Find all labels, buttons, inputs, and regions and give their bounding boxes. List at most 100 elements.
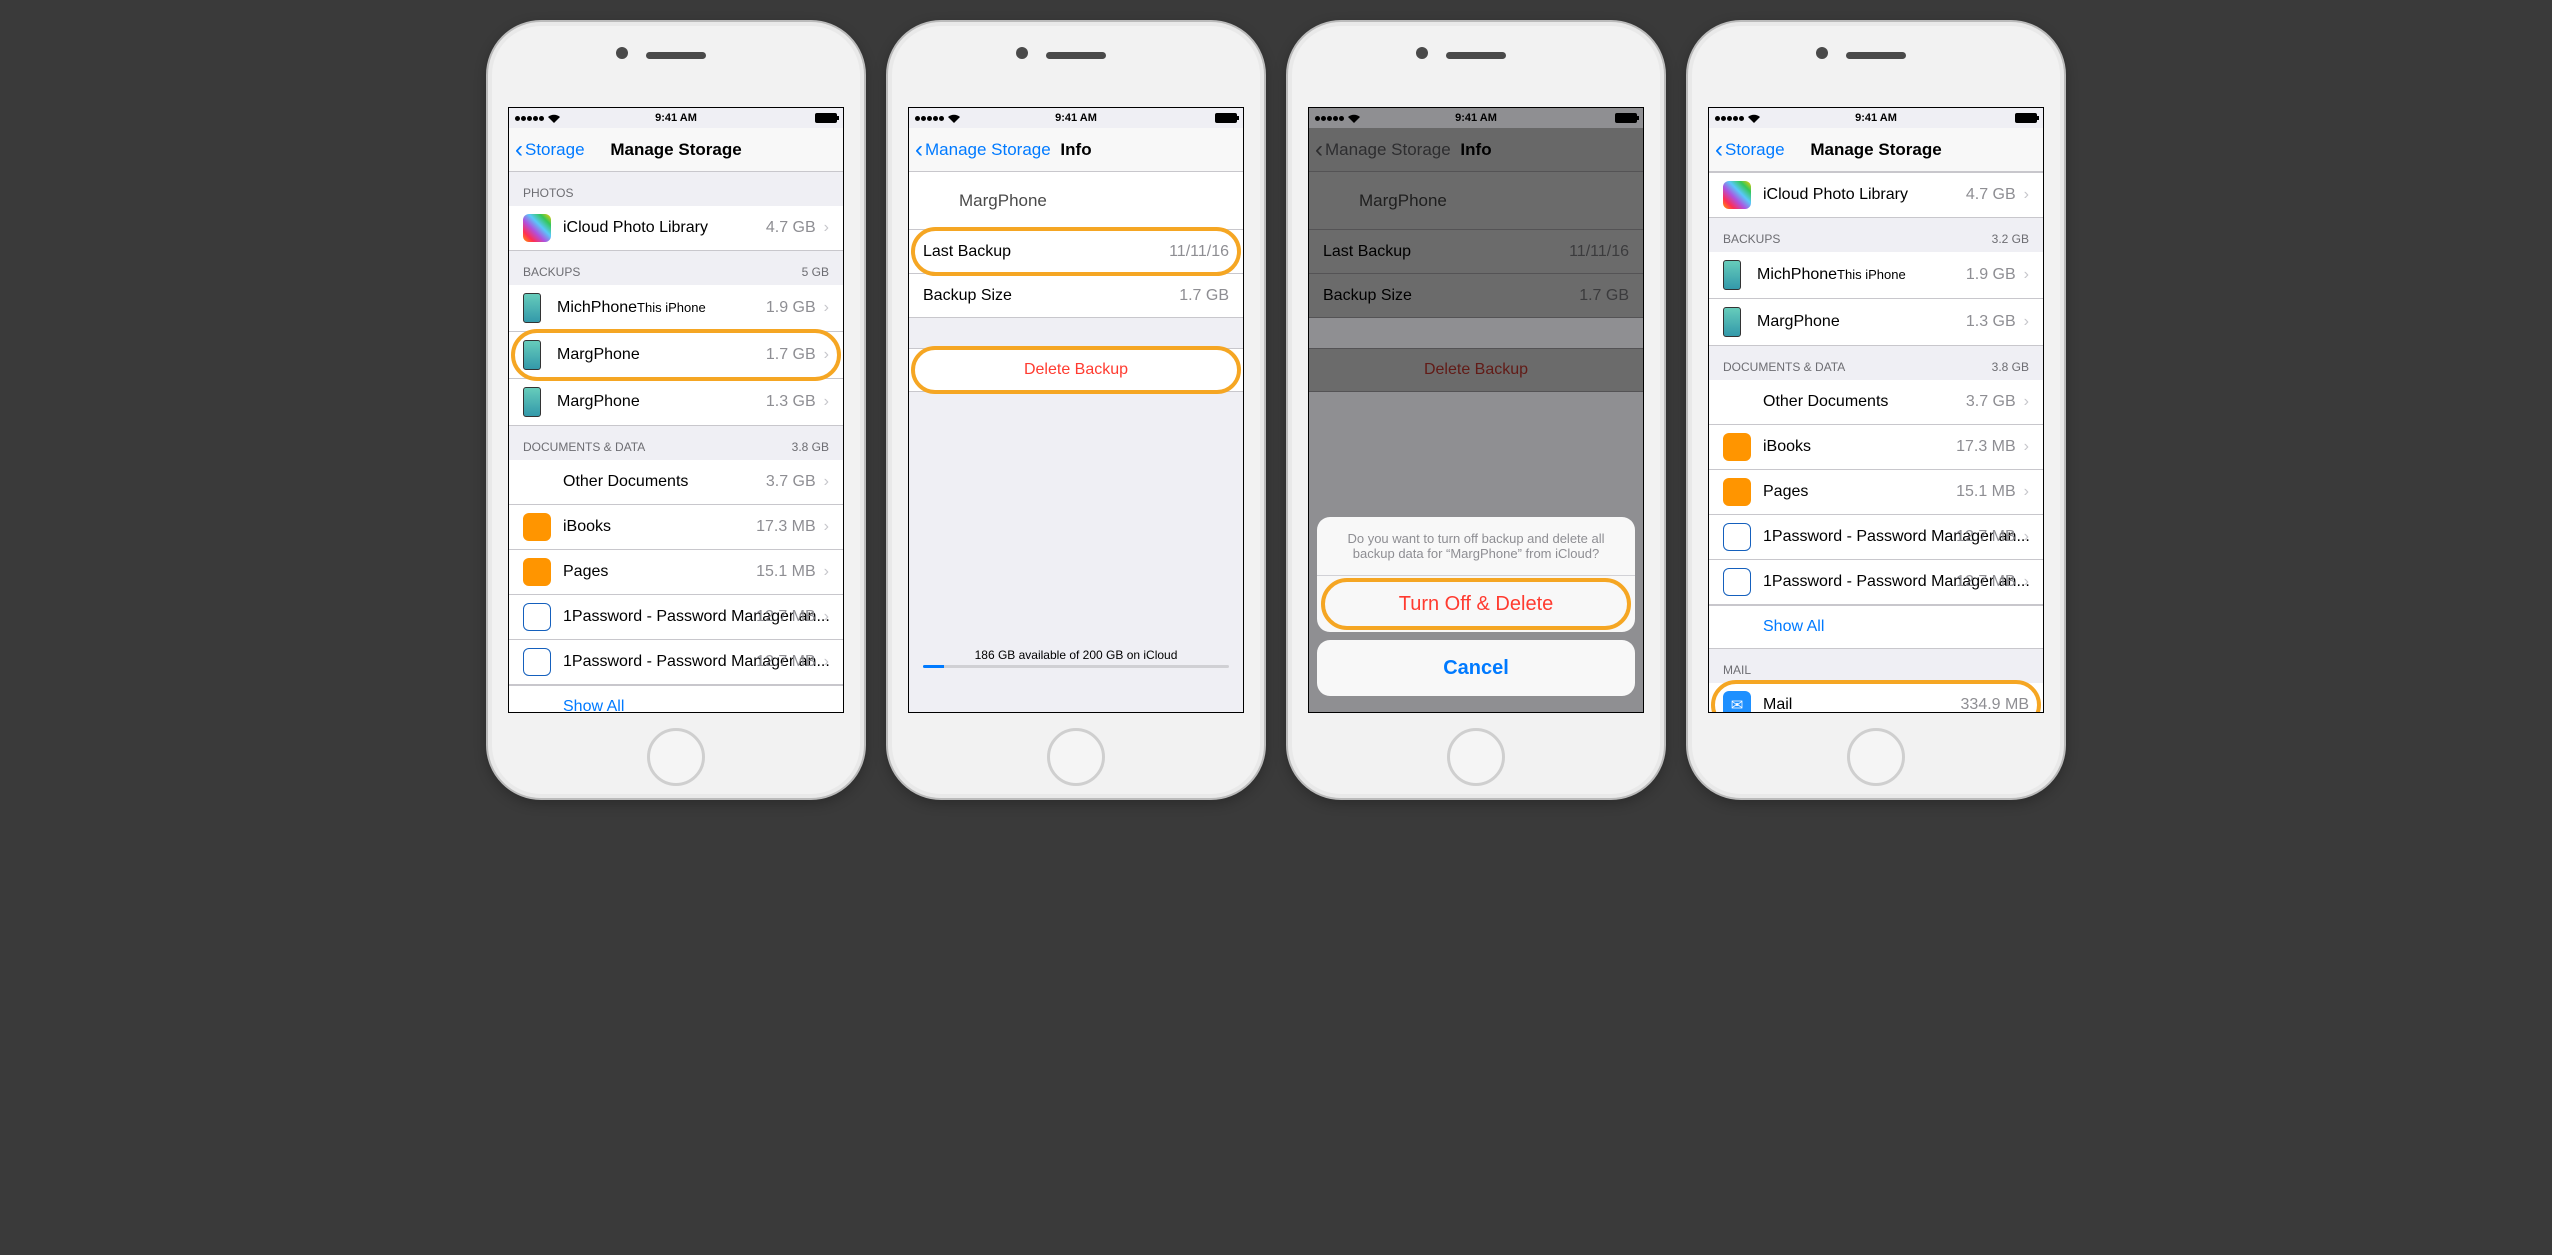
chevron-right-icon: ›: [2024, 313, 2029, 331]
home-button[interactable]: [647, 728, 705, 786]
row-label: iCloud Photo Library: [563, 219, 708, 236]
nav-bar: ‹Storage Manage Storage: [509, 128, 843, 172]
row-value: 334.9 MB: [1961, 696, 2029, 712]
screen: 9:41 AM ‹Storage Manage Storage PHOTOS i…: [508, 107, 844, 713]
nav-bar: ‹Manage Storage Info: [909, 128, 1243, 172]
row-label: Other Documents: [563, 473, 688, 490]
row-value: 17.3 MB: [756, 518, 816, 536]
nav-back-label: Storage: [525, 140, 585, 160]
chevron-right-icon: ›: [824, 299, 829, 317]
turn-off-delete-button[interactable]: Turn Off & Delete: [1317, 576, 1635, 632]
iphone-icon: [523, 387, 541, 417]
row-value: 1.9 GB: [766, 299, 816, 317]
row-other-documents[interactable]: ☁Other Documents3.7 GB›: [1709, 380, 2043, 425]
nav-title: Manage Storage: [1810, 140, 1941, 160]
content[interactable]: PHOTOS iCloud Photo Library 4.7 GB › BAC…: [509, 172, 843, 712]
signal-icon: [915, 112, 945, 124]
row-label: MargPhone: [557, 346, 640, 363]
sheet-message: Do you want to turn off backup and delet…: [1317, 517, 1635, 576]
delete-backup-button[interactable]: Delete Backup: [909, 348, 1243, 392]
row-1password-1[interactable]: ◎1Password - Password Manager an...12.7 …: [509, 595, 843, 640]
pages-icon: [523, 558, 551, 586]
row-value: 1.7 GB: [1179, 287, 1229, 305]
sheet-main-group: Do you want to turn off backup and delet…: [1317, 517, 1635, 632]
device-header: MargPhone: [909, 172, 1243, 230]
show-all-button[interactable]: Show All: [1709, 605, 2043, 649]
row-value: 4.7 GB: [766, 219, 816, 237]
row-value: 1.3 GB: [1966, 313, 2016, 331]
chevron-right-icon: ›: [824, 563, 829, 581]
row-other-documents[interactable]: ☁Other Documents3.7 GB›: [509, 460, 843, 505]
row-1password-2[interactable]: ◎1Password - Password Manager an...12.7 …: [1709, 560, 2043, 605]
button-label: Delete Backup: [1024, 361, 1128, 379]
home-button[interactable]: [1047, 728, 1105, 786]
row-backup-margphone-2[interactable]: MargPhone 1.3 GB ›: [509, 379, 843, 426]
nav-back-button[interactable]: ‹Storage: [1715, 140, 1785, 160]
content[interactable]: MargPhone Last Backup 11/11/16 Backup Si…: [909, 172, 1243, 712]
cloud-icon: ☁: [1723, 388, 1751, 416]
storage-footer: 186 GB available of 200 GB on iCloud: [909, 642, 1243, 678]
storage-progress: [923, 665, 1229, 668]
row-backup-michphone[interactable]: MichPhoneThis iPhone 1.9 GB ›: [1709, 252, 2043, 299]
chevron-right-icon: ›: [2024, 573, 2029, 591]
row-value: 3.7 GB: [1966, 393, 2016, 411]
row-label: MichPhone: [557, 299, 637, 316]
status-bar: 9:41 AM: [509, 108, 843, 128]
row-last-backup: Last Backup 11/11/16: [909, 230, 1243, 274]
row-value: 15.1 MB: [1956, 483, 2016, 501]
row-backup-margphone-1[interactable]: MargPhone 1.7 GB ›: [509, 332, 843, 379]
section-header-backups: BACKUPS3.2 GB: [1709, 218, 2043, 252]
signal-icon: [515, 112, 545, 124]
row-pages[interactable]: Pages15.1 MB›: [509, 550, 843, 595]
battery-icon: [2015, 113, 2037, 123]
button-label: Cancel: [1443, 657, 1509, 680]
row-backup-margphone[interactable]: MargPhone 1.3 GB ›: [1709, 299, 2043, 346]
row-1password-1[interactable]: ◎1Password - Password Manager an...12.7 …: [1709, 515, 2043, 560]
wifi-icon: [548, 114, 560, 123]
row-backup-michphone[interactable]: MichPhoneThis iPhone 1.9 GB ›: [509, 285, 843, 332]
battery-icon: [1215, 113, 1237, 123]
row-label: iBooks: [563, 518, 611, 535]
nav-bar: ‹Storage Manage Storage: [1709, 128, 2043, 172]
row-value: 12.7 MB: [1956, 528, 2016, 546]
home-button[interactable]: [1847, 728, 1905, 786]
wifi-icon: [948, 114, 960, 123]
row-label: Last Backup: [923, 243, 1011, 260]
row-label: MargPhone: [557, 393, 640, 410]
nav-back-button[interactable]: ‹Manage Storage: [915, 140, 1051, 160]
row-icloud-photo-library[interactable]: iCloud Photo Library 4.7 GB ›: [509, 206, 843, 251]
row-1password-2[interactable]: ◎1Password - Password Manager an...12.7 …: [509, 640, 843, 685]
nav-back-label: Storage: [1725, 140, 1785, 160]
chevron-right-icon: ›: [824, 518, 829, 536]
row-ibooks[interactable]: iBooks 17.3 MB ›: [509, 505, 843, 550]
section-header-documents: DOCUMENTS & DATA3.8 GB: [1709, 346, 2043, 380]
row-ibooks[interactable]: iBooks17.3 MB›: [1709, 425, 2043, 470]
row-icloud-photo-library[interactable]: iCloud Photo Library 4.7 GB ›: [1709, 172, 2043, 218]
screen: 9:41 AM ‹Manage Storage Info MargPhone L…: [908, 107, 1244, 713]
cancel-button[interactable]: Cancel: [1317, 640, 1635, 696]
show-all-button[interactable]: Show All: [509, 685, 843, 712]
row-pages[interactable]: Pages15.1 MB›: [1709, 470, 2043, 515]
row-mail[interactable]: ✉ Mail 334.9 MB: [1709, 683, 2043, 712]
row-label: iCloud Photo Library: [1763, 186, 1908, 203]
row-value: 17.3 MB: [1956, 438, 2016, 456]
row-value: 15.1 MB: [756, 563, 816, 581]
content[interactable]: iCloud Photo Library 4.7 GB › BACKUPS3.2…: [1709, 172, 2043, 712]
1password-icon: ◎: [1723, 523, 1751, 551]
battery-icon: [815, 113, 837, 123]
row-value: 1.9 GB: [1966, 266, 2016, 284]
chevron-right-icon: ›: [2024, 266, 2029, 284]
chevron-right-icon: ›: [824, 473, 829, 491]
home-button[interactable]: [1447, 728, 1505, 786]
nav-back-button[interactable]: ‹Storage: [515, 140, 585, 160]
screen: 9:41 AM ‹Storage Manage Storage iCloud P…: [1708, 107, 2044, 713]
iphone-icon: [523, 340, 541, 370]
phone-2: 9:41 AM ‹Manage Storage Info MargPhone L…: [886, 20, 1266, 800]
ibooks-icon: [1723, 433, 1751, 461]
sheet-cancel-group: Cancel: [1317, 640, 1635, 696]
row-sublabel: This iPhone: [637, 300, 706, 315]
row-value: 11/11/16: [1169, 243, 1229, 261]
status-bar: 9:41 AM: [1709, 108, 2043, 128]
row-label: MichPhone: [1757, 266, 1837, 283]
section-header-mail: MAIL: [1709, 649, 2043, 683]
